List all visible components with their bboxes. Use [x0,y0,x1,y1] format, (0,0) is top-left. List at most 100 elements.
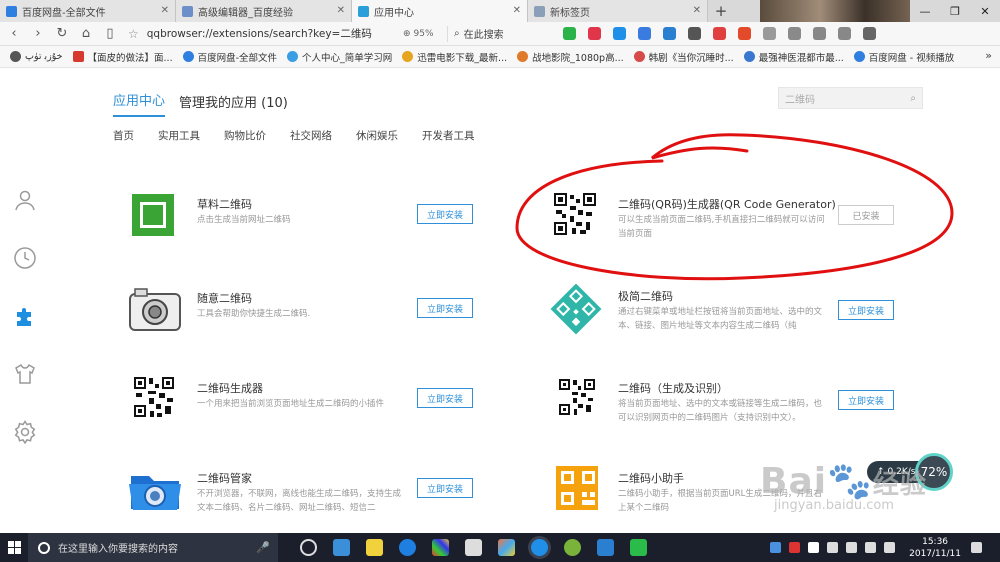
refresh-icon[interactable]: ↻ [52,24,72,44]
category-home[interactable]: 首页 [113,128,134,143]
battery-icon[interactable] [865,542,877,553]
settings-gear-icon[interactable] [300,539,317,556]
bookmark-item[interactable]: 最强神医混都市最... [743,50,844,64]
weibo-icon[interactable] [588,27,601,40]
baidu-watermark: Bai🐾经验 jingyan.baidu.com [760,460,960,513]
app-title[interactable]: 二维码(QR码)生成器(QR Code Generator) [618,196,836,212]
forward-icon[interactable]: › [28,24,48,44]
install-button[interactable]: 立即安装 [838,390,894,410]
volume-icon[interactable] [846,542,858,553]
category-shopping[interactable]: 购物比价 [224,128,266,143]
url-field[interactable]: ☆ qqbrowser://extensions/search?key=二维码 [128,26,403,41]
category-social[interactable]: 社交网络 [290,128,332,143]
tab-editor[interactable]: 高级编辑器_百度经验 ✕ [176,0,352,22]
wechat-icon[interactable] [563,27,576,40]
taskbar-clock[interactable]: 15:36 2017/11/11 [909,536,961,560]
close-window-icon[interactable]: ✕ [970,0,1000,22]
download-icon[interactable] [763,27,776,40]
taskbar-search-input[interactable]: 在这里输入你要搜索的内容 🎤 [28,533,278,562]
translate-icon[interactable] [638,27,651,40]
tab-new-tab[interactable]: 新标签页 ✕ [528,0,708,22]
bookmark-item[interactable]: 迅雷电影下载_最新... [402,50,507,64]
antivirus-icon[interactable] [713,27,726,40]
tab-manage-apps[interactable]: 管理我的应用 (10) [179,92,288,117]
tab-baidu-pan[interactable]: 百度网盘-全部文件 ✕ [0,0,176,22]
colorful-app-icon[interactable] [432,539,449,556]
pen-icon[interactable] [884,542,896,553]
close-icon[interactable]: ✕ [337,5,345,16]
screen-icon[interactable] [333,539,350,556]
play-icon[interactable] [613,27,626,40]
cut-icon[interactable] [788,27,801,40]
app-title[interactable]: 极简二维码 [618,288,673,304]
add-icon[interactable] [838,27,851,40]
notes-icon[interactable] [366,539,383,556]
bookmark-item[interactable]: 韩剧《当你沉睡时... [633,50,734,64]
screenshot-icon[interactable] [663,27,676,40]
app-icon[interactable] [738,27,751,40]
maximize-icon[interactable]: ❐ [940,0,970,22]
app-title[interactable]: 随意二维码 [197,290,252,306]
app-title[interactable]: 二维码（生成及识别） [618,380,728,396]
search-input[interactable]: ⌕ 在此搜索 [447,25,542,42]
category-tools[interactable]: 实用工具 [158,128,200,143]
bookmark-item[interactable]: 百度网盘 - 视频播放 [853,50,954,64]
tab-app-center-home[interactable]: 应用中心 [113,90,166,117]
user-icon[interactable] [8,183,42,217]
shield-icon[interactable] [770,542,782,553]
menu-icon[interactable] [863,27,876,40]
notification-icon[interactable] [971,542,982,553]
green-app-icon[interactable] [564,539,581,556]
install-button[interactable]: 立即安装 [417,298,473,318]
close-icon[interactable]: ✕ [693,5,701,16]
edge-icon[interactable] [399,539,416,556]
install-button[interactable]: 立即安装 [417,388,473,408]
window-app-icon[interactable] [465,539,482,556]
minimize-icon[interactable]: — [910,0,940,22]
close-icon[interactable]: ✕ [161,5,169,16]
app-title[interactable]: 二维码管家 [197,470,252,486]
app-description: 可以生成当前页面二维码,手机直接扫二维码就可以访问当前页面 [618,215,825,239]
app-search-input[interactable]: 二维码 ⌕ [778,87,923,109]
bookmark-item[interactable]: 【面皮的做法】面... [72,50,173,64]
bookmark-star-icon[interactable]: ☆ [128,27,139,41]
search-icon[interactable]: ⌕ [910,93,916,104]
history-icon[interactable] [8,241,42,275]
search-icon: ⌕ [454,28,460,39]
reading-mode-icon[interactable]: ▯ [100,24,120,44]
blue-app-icon[interactable] [597,539,614,556]
install-button[interactable]: 立即安装 [417,204,473,224]
category-entertainment[interactable]: 休闲娱乐 [356,128,398,143]
app-title[interactable]: 二维码小助手 [618,470,684,486]
network-icon[interactable] [827,542,839,553]
app-title[interactable]: 二维码生成器 [197,380,263,396]
more-bookmarks-icon[interactable]: » [985,49,992,62]
close-icon[interactable]: ✕ [513,5,521,16]
install-button[interactable]: 立即安装 [417,478,473,498]
bookmark-item[interactable]: 战地影院_1080p高... [517,50,624,64]
undo-icon[interactable] [813,27,826,40]
bookmark-item[interactable]: 个人中心_简单学习网 [287,50,392,64]
app-card: 二维码（生成及识别） 将当前页面地址、选中的文本或链接等生成二维码，也可以识别网… [548,376,908,446]
iqiyi-icon[interactable] [630,539,647,556]
start-button[interactable] [0,533,28,562]
skin-shirt-icon[interactable] [8,357,42,391]
zoom-indicator[interactable]: ⊕ 95% [403,29,447,39]
bookmark-item[interactable]: ﺧﯘﺯﺑ ﺗﯜپ [10,51,63,62]
paint-icon[interactable] [498,539,515,556]
w-app-icon[interactable] [789,542,801,553]
tab-app-center[interactable]: 应用中心 ✕ [352,0,528,22]
settings-gear-icon[interactable] [8,415,42,449]
new-tab-button[interactable]: + [708,0,734,22]
extension-puzzle-icon[interactable] [8,299,42,333]
category-developer[interactable]: 开发者工具 [422,128,475,143]
qq-browser-icon[interactable] [531,539,548,556]
qr-code-icon[interactable] [688,27,701,40]
paw-tray-icon[interactable] [808,542,820,553]
microphone-icon[interactable]: 🎤 [256,541,270,554]
home-icon[interactable]: ⌂ [76,24,96,44]
install-button[interactable]: 立即安装 [838,300,894,320]
back-icon[interactable]: ‹ [4,24,24,44]
app-title[interactable]: 草料二维码 [197,196,252,212]
bookmark-item[interactable]: 百度网盘-全部文件 [182,50,277,64]
